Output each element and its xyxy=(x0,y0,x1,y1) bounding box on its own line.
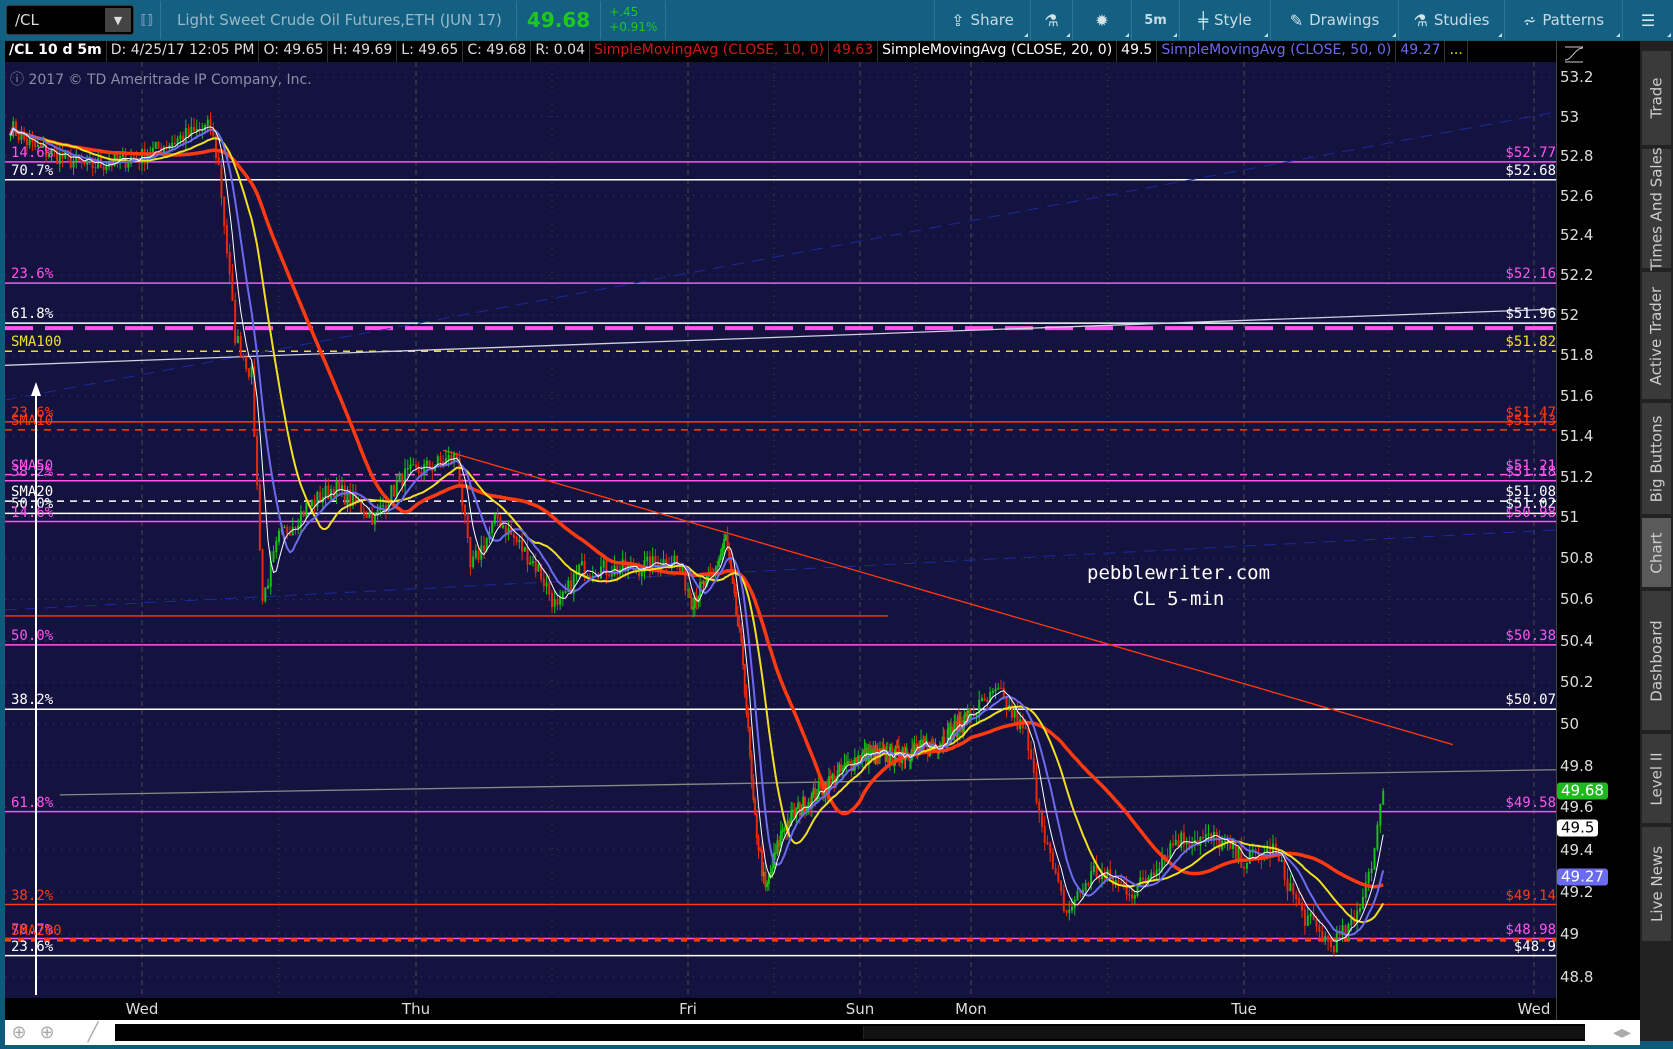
time-tick-label: Wed xyxy=(125,1000,159,1018)
price-tick-label: 51.4 xyxy=(1560,427,1594,446)
draw-line-icon[interactable]: ╱ xyxy=(79,1022,107,1043)
sidebar-tab-chart[interactable]: Chart xyxy=(1642,518,1671,588)
watermark: pebblewriter.com CL 5-min xyxy=(1087,560,1270,612)
plot-background xyxy=(5,62,1556,998)
copyright: ⓘ 2017 © TD Ameritrade IP Company, Inc. xyxy=(10,72,312,88)
level-left-label: 70.7% xyxy=(11,162,54,179)
price-tick-label: 49.8 xyxy=(1560,756,1594,775)
level-right-label: $51.43 xyxy=(1505,412,1556,429)
price-tag: 49.68 xyxy=(1557,782,1608,800)
tab-label: Level II xyxy=(1647,751,1666,806)
tab-label: Dashboard xyxy=(1647,619,1666,702)
zoom-icon[interactable]: ⊕ xyxy=(33,1022,61,1043)
level-left-label: 23.6% xyxy=(11,938,54,955)
time-tick-label: Fri xyxy=(679,1000,697,1018)
level-left-label: 61.8% xyxy=(11,306,54,323)
price-axis-icon[interactable] xyxy=(1564,46,1584,63)
price-tag: 49.5 xyxy=(1557,819,1599,837)
price-tick-label: 52.6 xyxy=(1560,186,1594,205)
level-right-label: $51.96 xyxy=(1505,306,1556,323)
price-tick-label: 48.8 xyxy=(1560,967,1594,986)
price-tick-label: 49 xyxy=(1560,925,1580,944)
time-tick-label: Thu xyxy=(401,1000,431,1018)
level-left-label: SMA200 xyxy=(11,922,62,939)
price-tick-label: 49.6 xyxy=(1560,798,1594,817)
level-left-label: 38.2% xyxy=(11,692,54,709)
time-tick-label: Tue xyxy=(1231,1000,1257,1018)
sidebar-tab-big-buttons[interactable]: Big Buttons xyxy=(1642,403,1671,515)
price-tick-label: 52.2 xyxy=(1560,266,1594,285)
level-right-label: $49.14 xyxy=(1505,887,1556,904)
level-left-label: 50.0% xyxy=(11,627,54,644)
level-right-label: $50.38 xyxy=(1505,627,1556,644)
price-tick-label: 50.8 xyxy=(1560,549,1594,568)
price-tick-label: 50.6 xyxy=(1560,590,1594,609)
level-left-label: 23.6% xyxy=(11,266,54,283)
sidebar-tab-active-trader[interactable]: Active Trader xyxy=(1642,272,1671,400)
price-chart[interactable] xyxy=(0,0,1673,1049)
level-left-label: 14.6% xyxy=(11,504,54,521)
price-tick-label: 51 xyxy=(1560,508,1580,527)
price-tick-label: 53 xyxy=(1560,107,1580,126)
copyright-text: 2017 © TD Ameritrade IP Company, Inc. xyxy=(28,72,312,88)
bottom-toolbar: ⊕ ⊕ ╱ ◂▸ xyxy=(5,1020,1640,1045)
tab-label: Chart xyxy=(1647,531,1666,574)
tab-label: Big Buttons xyxy=(1647,415,1666,502)
price-tick-label: 50 xyxy=(1560,714,1580,733)
level-left-label: SMA100 xyxy=(11,334,62,351)
level-left-label: 14.6% xyxy=(11,144,54,161)
sidebar-tab-dashboard[interactable]: Dashboard xyxy=(1642,591,1671,731)
watermark-subtitle: CL 5-min xyxy=(1132,588,1225,610)
level-right-label: $48.98 xyxy=(1505,921,1556,938)
tab-label: Active Trader xyxy=(1647,286,1666,385)
level-right-label: $52.77 xyxy=(1505,144,1556,161)
level-right-label: $50.07 xyxy=(1505,692,1556,709)
crosshair-icon[interactable]: ⊕ xyxy=(5,1022,33,1043)
price-tick-label: 52 xyxy=(1560,306,1580,325)
price-tick-label: 51.6 xyxy=(1560,386,1594,405)
sidebar-tab-level-ii[interactable]: Level II xyxy=(1642,734,1671,824)
price-tick-label: 51.2 xyxy=(1560,467,1594,486)
expand-icon[interactable]: ◂▸ xyxy=(1608,1022,1636,1043)
horizontal-scrollbar[interactable] xyxy=(115,1024,1585,1041)
right-sidebar: Trade Times And Sales Active Trader Big But… xyxy=(1640,41,1673,1041)
price-tick-label: 49.2 xyxy=(1560,882,1594,901)
sidebar-tab-trade[interactable]: Trade xyxy=(1642,51,1671,146)
time-tick-label: Mon xyxy=(955,1000,987,1018)
level-right-label: $51.18 xyxy=(1505,463,1556,480)
tab-label: Live News xyxy=(1647,846,1666,922)
sidebar-tab-live-news[interactable]: Live News xyxy=(1642,827,1671,942)
watermark-site: pebblewriter.com xyxy=(1087,562,1271,584)
level-right-label: $52.16 xyxy=(1505,266,1556,283)
level-left-label: 38.2% xyxy=(11,887,54,904)
sidebar-tab-times-and-sales[interactable]: Times And Sales xyxy=(1642,146,1671,271)
level-left-label: SMA10 xyxy=(11,412,54,429)
price-tag: 49.27 xyxy=(1557,868,1608,886)
price-tick-label: 53.2 xyxy=(1560,68,1594,87)
tab-label: Times And Sales xyxy=(1647,146,1666,271)
price-tick-label: 52.4 xyxy=(1560,226,1594,245)
level-right-label: $49.58 xyxy=(1505,794,1556,811)
scroll-thumb[interactable] xyxy=(863,1026,1585,1039)
price-tick-label: 50.2 xyxy=(1560,673,1594,692)
level-left-label: 38.2% xyxy=(11,463,54,480)
level-right-label: $48.9 xyxy=(1513,938,1556,955)
level-left-label: 61.8% xyxy=(11,794,54,811)
price-tick-label: 50.4 xyxy=(1560,631,1594,650)
level-right-label: $50.98 xyxy=(1505,504,1556,521)
level-right-label: $52.68 xyxy=(1505,162,1556,179)
price-tick-label: 51.8 xyxy=(1560,346,1594,365)
price-tick-label: 52.8 xyxy=(1560,147,1594,165)
price-tick-label: 49.4 xyxy=(1560,840,1594,859)
time-tick-label: Wed xyxy=(1517,1000,1551,1018)
time-tick-label: Sun xyxy=(845,1000,875,1018)
level-right-label: $51.82 xyxy=(1505,334,1556,351)
tab-label: Trade xyxy=(1647,77,1666,119)
